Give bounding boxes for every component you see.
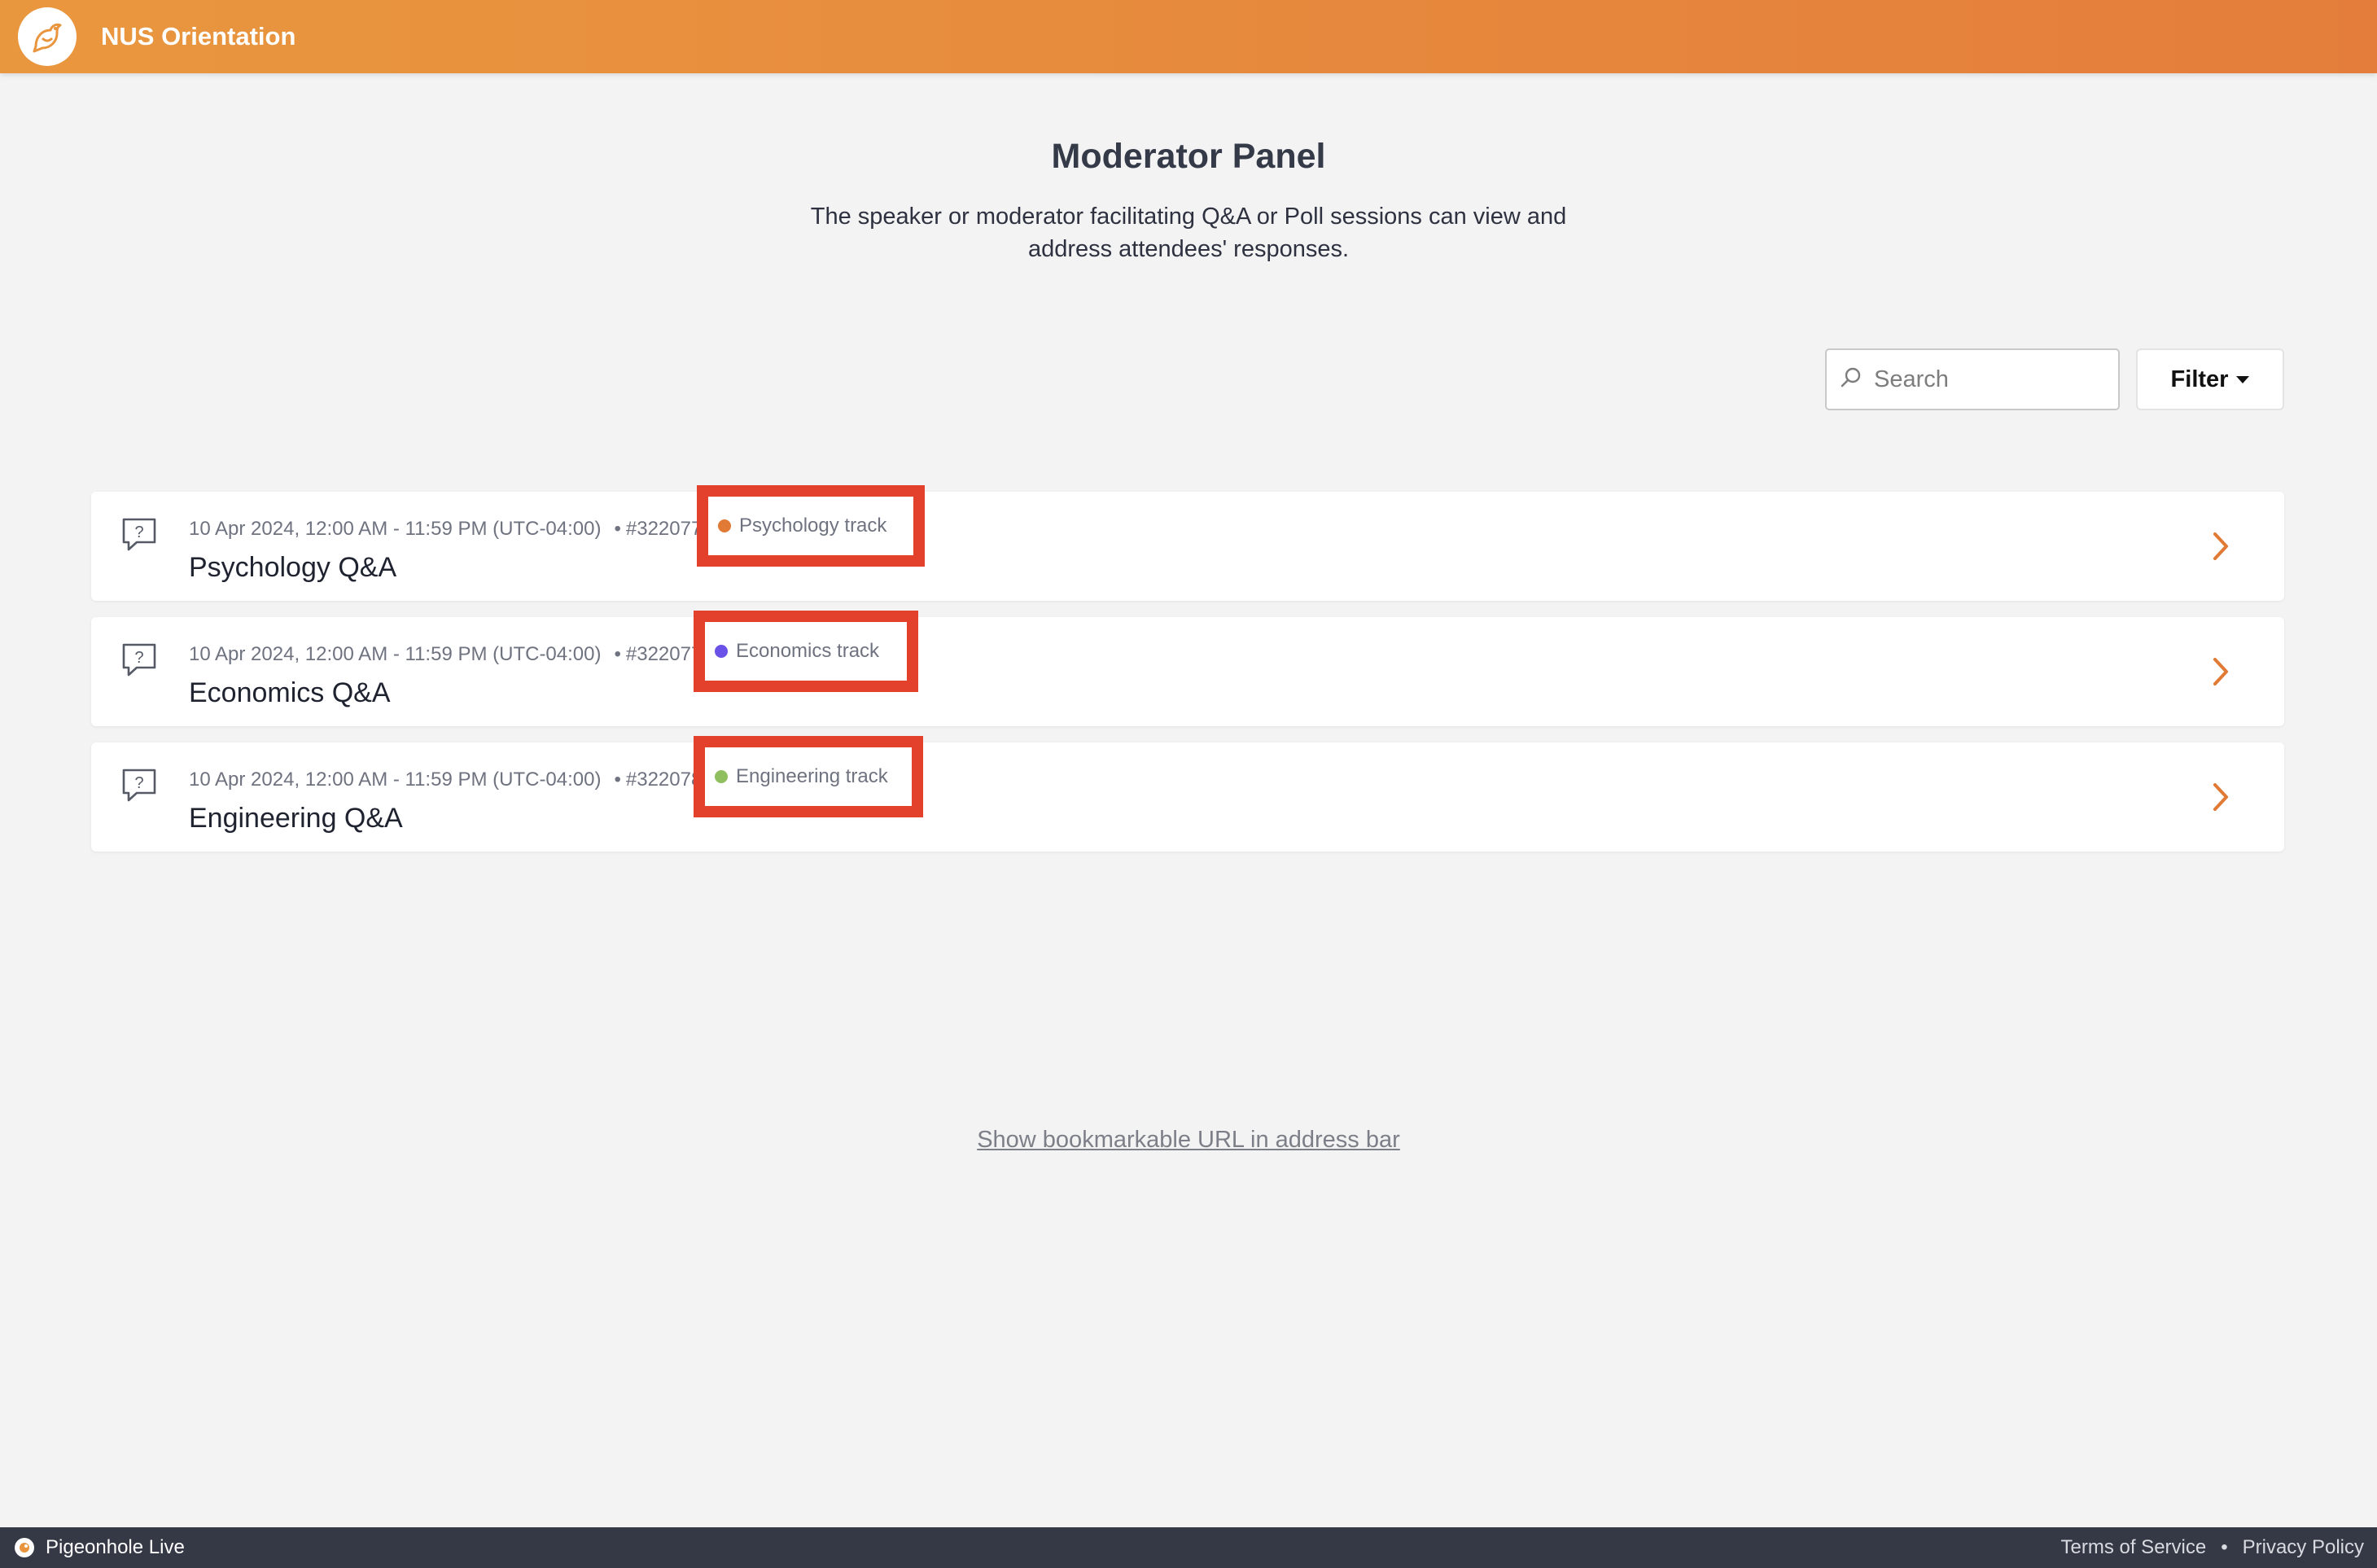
session-datetime: 10 Apr 2024, 12:00 AM - 11:59 PM (UTC-04… bbox=[189, 643, 602, 665]
track-color-dot bbox=[718, 519, 731, 532]
chevron-right-icon[interactable] bbox=[2204, 528, 2237, 565]
session-id: #3220789 bbox=[625, 769, 697, 791]
session-name: Economics Q&A bbox=[189, 677, 391, 708]
question-bubble-icon: ? bbox=[120, 642, 158, 679]
session-name: Engineering Q&A bbox=[189, 803, 403, 834]
session-card-economics[interactable]: ? 10 Apr 2024, 12:00 AM - 11:59 PM (UTC-… bbox=[91, 611, 2284, 726]
terms-of-service-link[interactable]: Terms of Service bbox=[2061, 1536, 2207, 1559]
chevron-right-icon[interactable] bbox=[2204, 778, 2237, 816]
show-bookmarkable-url-link[interactable]: Show bookmarkable URL in address bar bbox=[977, 1127, 1400, 1153]
page-description-line-2: address attendees' responses. bbox=[1027, 236, 1350, 262]
meta-separator: • bbox=[614, 643, 621, 665]
search-input[interactable] bbox=[1874, 366, 2110, 393]
question-bubble-icon: ? bbox=[120, 516, 158, 554]
top-bar: NUS Orientation bbox=[0, 0, 2377, 73]
pigeon-logo-icon[interactable] bbox=[18, 7, 77, 66]
session-meta: 10 Apr 2024, 12:00 AM - 11:59 PM (UTC-04… bbox=[189, 769, 697, 791]
session-id: #3220776 bbox=[625, 518, 697, 540]
footer-links: Terms of Service • Privacy Policy bbox=[2061, 1536, 2365, 1559]
session-card-psychology[interactable]: ? 10 Apr 2024, 12:00 AM - 11:59 PM (UTC-… bbox=[91, 485, 2284, 601]
session-id: #3220779 bbox=[625, 643, 697, 665]
page-title: Moderator Panel bbox=[1051, 137, 1326, 176]
session-datetime: 10 Apr 2024, 12:00 AM - 11:59 PM (UTC-04… bbox=[189, 769, 602, 791]
footer: Pigeonhole Live Terms of Service • Priva… bbox=[0, 1527, 2377, 1568]
session-meta: 10 Apr 2024, 12:00 AM - 11:59 PM (UTC-04… bbox=[189, 643, 697, 666]
question-bubble-icon: ? bbox=[120, 767, 158, 804]
session-datetime: 10 Apr 2024, 12:00 AM - 11:59 PM (UTC-04… bbox=[189, 518, 602, 540]
track-color-dot bbox=[715, 645, 728, 658]
meta-separator: • bbox=[614, 518, 621, 540]
track-color-dot bbox=[715, 770, 728, 783]
meta-separator: • bbox=[614, 769, 621, 791]
track-tag: Economics track bbox=[694, 611, 918, 692]
pigeonhole-logo-icon bbox=[15, 1538, 34, 1557]
session-name: Psychology Q&A bbox=[189, 552, 397, 583]
bookmark-link-row: Show bookmarkable URL in address bar bbox=[0, 1127, 2377, 1154]
track-tag: Psychology track bbox=[697, 485, 925, 567]
track-tag: Engineering track bbox=[694, 736, 923, 817]
track-label: Economics track bbox=[736, 640, 880, 662]
privacy-policy-link[interactable]: Privacy Policy bbox=[2243, 1536, 2364, 1559]
footer-brand[interactable]: Pigeonhole Live bbox=[15, 1536, 185, 1559]
svg-text:?: ? bbox=[134, 523, 143, 541]
app-title[interactable]: NUS Orientation bbox=[101, 22, 295, 51]
caret-down-icon bbox=[2236, 375, 2250, 383]
search-box[interactable] bbox=[1825, 348, 2120, 410]
footer-separator: • bbox=[2221, 1536, 2228, 1558]
search-icon bbox=[1840, 366, 1863, 393]
track-label: Engineering track bbox=[736, 765, 888, 787]
svg-text:?: ? bbox=[134, 649, 143, 667]
svg-text:?: ? bbox=[134, 774, 143, 792]
page-description: The speaker or moderator facilitating Q&… bbox=[781, 200, 1596, 265]
session-meta: 10 Apr 2024, 12:00 AM - 11:59 PM (UTC-04… bbox=[189, 518, 697, 541]
page-description-line-1: The speaker or moderator facilitating Q&… bbox=[810, 204, 1567, 230]
chevron-right-icon[interactable] bbox=[2204, 653, 2237, 690]
filter-button[interactable]: Filter bbox=[2136, 348, 2284, 410]
track-label: Psychology track bbox=[739, 515, 887, 537]
filter-button-label: Filter bbox=[2170, 366, 2229, 392]
footer-brand-label: Pigeonhole Live bbox=[46, 1536, 185, 1558]
session-card-engineering[interactable]: ? 10 Apr 2024, 12:00 AM - 11:59 PM (UTC-… bbox=[91, 736, 2284, 852]
